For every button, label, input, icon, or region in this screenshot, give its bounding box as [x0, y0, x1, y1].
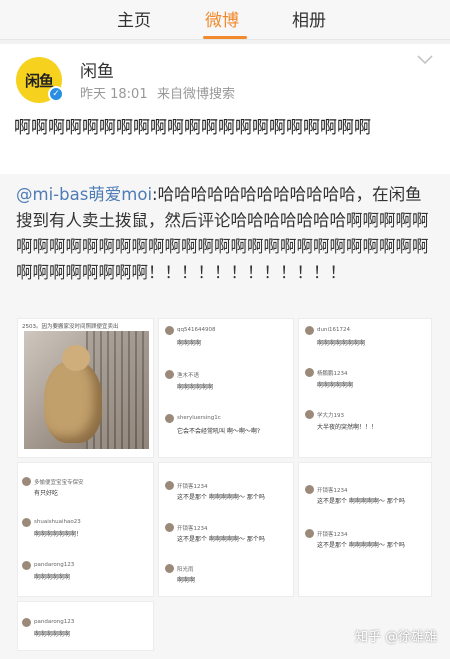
- comment-author: 阳光雨: [177, 567, 194, 573]
- comment-text: 这不是那个 啊啊啊啊啊～ 那个吗: [177, 536, 265, 543]
- avatar: [22, 618, 31, 627]
- top-nav: 主页 微博 相册: [0, 0, 450, 40]
- avatar: [22, 477, 31, 486]
- avatar: [305, 529, 314, 538]
- avatar: [165, 564, 174, 573]
- screenshot-comments-5[interactable]: 开锁客1234 这不是那个 啊啊啊啊啊～ 那个吗 开锁客1234 这不是那个 啊…: [158, 462, 294, 597]
- screenshot-comments-3[interactable]: duni161724 啊啊啊啊啊啊啊啊 杨鹏鹏1234 啊啊啊啊啊啊 学大力19…: [298, 318, 432, 458]
- comment-text: 啊啊啊啊啊啊: [317, 382, 354, 389]
- tab-home[interactable]: 主页: [117, 6, 151, 31]
- comment-text: 啊啊啊啊啊啊: [177, 384, 214, 391]
- verified-badge-icon: ✓: [48, 86, 64, 102]
- comment-author: 杨鹏鹏1234: [317, 371, 348, 377]
- comment-text: 啊啊啊啊啊啊啊！: [34, 531, 83, 538]
- comment-author: 渔木不语: [177, 373, 200, 379]
- comment-text: 啊啊啊啊啊啊: [34, 574, 71, 581]
- post-username[interactable]: 闲鱼: [80, 57, 114, 82]
- post-source: 来自微博搜索: [157, 87, 236, 102]
- screenshot-comments-2[interactable]: qq541644908 啊啊啊啊 渔木不语 啊啊啊啊啊啊 sheryluersi…: [158, 318, 294, 458]
- avatar-logo-text: 闲鱼: [24, 71, 54, 90]
- comment-author: shuaishuaihao23: [34, 519, 81, 525]
- comment-author: 开锁客1234: [177, 526, 208, 532]
- avatar: [165, 370, 174, 379]
- avatar: [305, 368, 314, 377]
- comment-text: 啊啊啊啊: [177, 340, 202, 347]
- avatar: [22, 561, 31, 570]
- comment-author: duni161724: [317, 327, 350, 333]
- comment-text: 这不是那个 啊啊啊啊啊～ 那个吗: [317, 542, 405, 549]
- repost-text: @mi-bas萌爱moi:哈哈哈哈哈哈哈哈哈哈哈哈，在闲鱼搜到有人卖土拨鼠，然后…: [16, 182, 436, 286]
- mention-link[interactable]: @mi-bas萌爱moi: [16, 185, 152, 204]
- active-tab-indicator: [203, 36, 247, 39]
- comment-text: 它会不会经常吼叫 啊～啊～啊?: [177, 428, 261, 435]
- avatar: [305, 485, 314, 494]
- post-time: 昨天 18:01: [80, 87, 148, 102]
- comment-text: 这不是那个 啊啊啊啊啊～ 那个吗: [317, 498, 405, 505]
- comment-author: pandarong123: [34, 619, 75, 625]
- tab-album[interactable]: 相册: [292, 6, 326, 31]
- comment-text: 有只好吃: [34, 490, 59, 497]
- avatar: [165, 326, 174, 335]
- comment-author: qq541644908: [177, 327, 216, 333]
- screenshot-comments-4[interactable]: 多愉便宜宝宝专保安 有只好吃 shuaishuaihao23 啊啊啊啊啊啊啊！ …: [17, 462, 154, 597]
- comment-author: 多愉便宜宝宝专保安: [34, 480, 84, 486]
- chevron-down-icon[interactable]: [416, 54, 434, 66]
- comment-author: pandarong123: [34, 562, 75, 568]
- avatar: [165, 414, 174, 423]
- comment-author: 开锁客1234: [177, 484, 208, 490]
- comment-author: 学大力193: [317, 413, 344, 419]
- avatar: [22, 518, 31, 527]
- post-text: 啊啊啊啊啊啊啊啊啊啊啊啊啊啊啊啊啊啊啊啊啊: [14, 118, 371, 138]
- comment-author: sheryluersing1c: [177, 415, 221, 421]
- screenshot-comments-7[interactable]: pandarong123 啊啊啊啊啊啊: [17, 601, 154, 651]
- avatar: [305, 326, 314, 335]
- comment-author: 开锁客1234: [317, 488, 348, 494]
- comment-author: 开锁客1234: [317, 532, 348, 538]
- comment-text: 啊啊啊啊啊啊: [34, 631, 71, 638]
- screenshot-comments-6[interactable]: 开锁客1234 这不是那个 啊啊啊啊啊～ 那个吗 开锁客1234 这不是那个 啊…: [298, 462, 432, 597]
- marmot-photo: [24, 331, 149, 449]
- comment-text: 大半夜的突然啊！！！: [317, 424, 378, 431]
- screenshot-listing[interactable]: 2503。因为要搬家没时间照顾便宜卖出: [17, 318, 154, 458]
- comment-text: 啊啊啊啊啊啊啊啊: [317, 340, 366, 347]
- avatar: [305, 410, 314, 419]
- avatar: [165, 481, 174, 490]
- divider: [0, 40, 450, 44]
- watermark: 知乎 @徐雄雄: [355, 630, 438, 645]
- tab-weibo[interactable]: 微博: [205, 6, 239, 31]
- comment-text: 啊啊啊: [177, 577, 196, 584]
- comment-text: 这不是那个 啊啊啊啊啊～ 那个吗: [177, 494, 265, 501]
- listing-caption: 2503。因为要搬家没时间照顾便宜卖出: [22, 324, 119, 330]
- avatar: [165, 523, 174, 532]
